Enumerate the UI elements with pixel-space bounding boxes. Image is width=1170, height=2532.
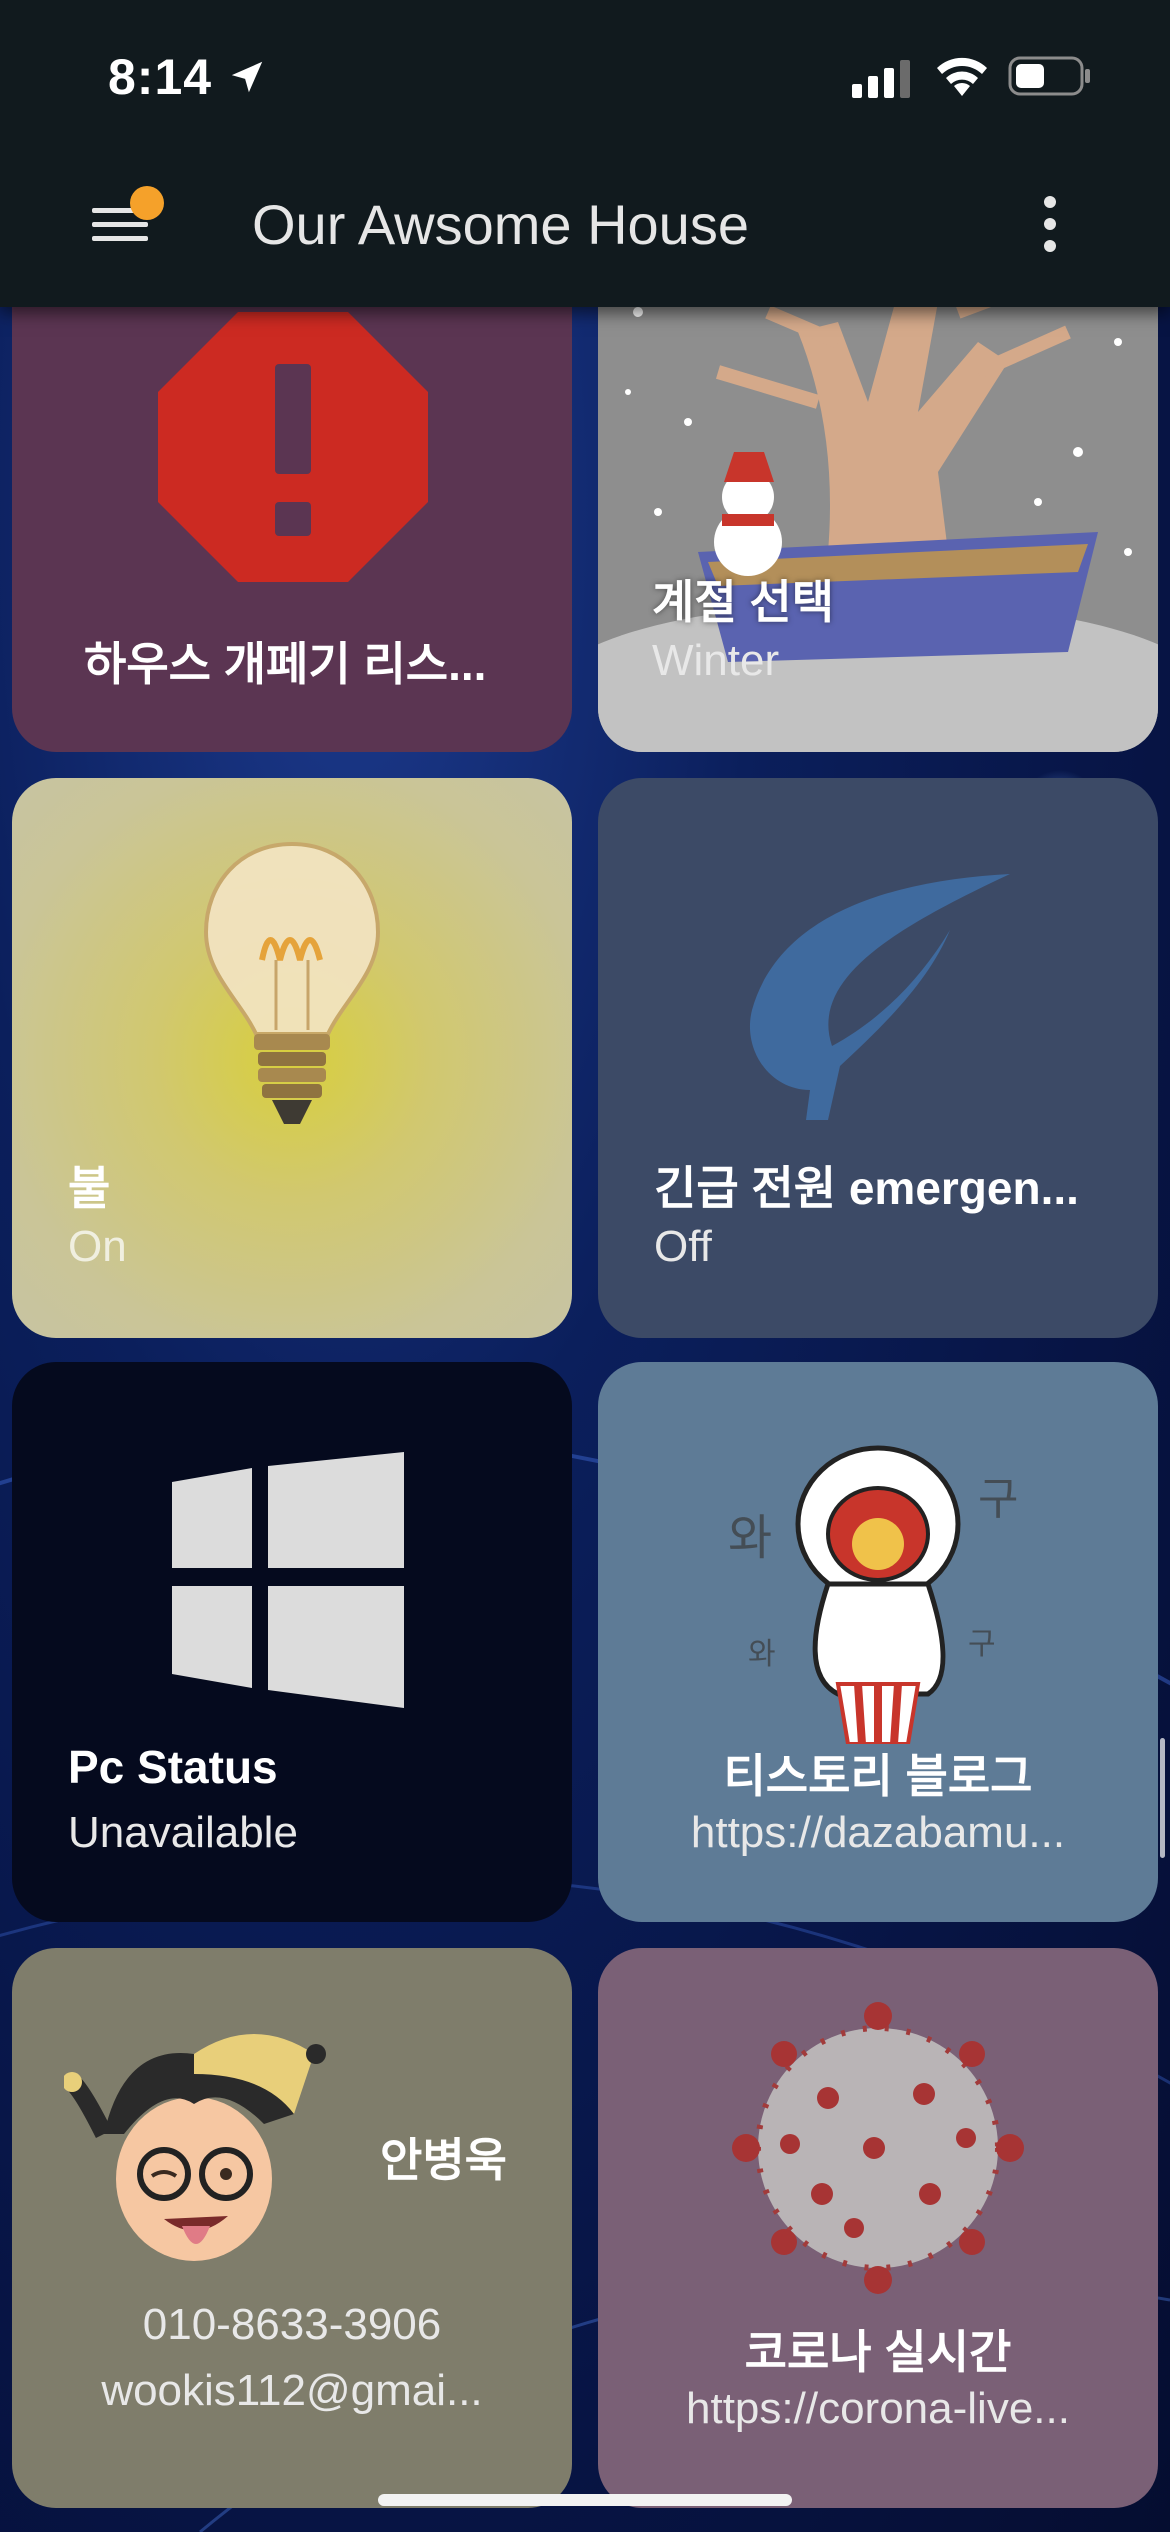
tile-name: 코로나 실시간 — [744, 2326, 1012, 2378]
tile-name: Pc Status — [68, 1741, 278, 1793]
app-title: Our Awsome House — [252, 193, 749, 256]
notification-dot — [130, 186, 164, 220]
tile-name: 계절 선택 — [652, 576, 835, 628]
tile-house-opener[interactable]: 하우스 개페기 리스... — [12, 252, 572, 752]
tile-tistory-blog[interactable]: 와 구 와 구 티스토리 블로그 https://dazabamu... — [598, 1362, 1158, 1922]
tile-state: https://dazabamu... — [690, 1808, 1066, 1857]
status-time: 8:14 — [108, 49, 213, 105]
location-arrow-icon — [231, 61, 263, 93]
svg-text:구: 구 — [968, 1627, 996, 1662]
tile-phone: 010-8633-3906 — [142, 2300, 442, 2349]
more-options-button[interactable] — [1030, 196, 1070, 256]
svg-text:구: 구 — [978, 1474, 1018, 1525]
coronavirus-image — [732, 2002, 1024, 2294]
tile-name: 티스토리 블로그 — [723, 1750, 1033, 1802]
tile-email: wookis112@gmai... — [101, 2366, 483, 2415]
windows-logo-icon — [172, 1452, 404, 1708]
top-bar: 8:14 Our Awsome House — [0, 0, 1170, 307]
tile-emergency-power[interactable]: 긴급 전원 emergen... Off — [598, 778, 1158, 1338]
tile-state: Unavailable — [68, 1808, 298, 1857]
tile-pc-status[interactable]: Pc Status Unavailable — [12, 1362, 572, 1922]
home-indicator[interactable] — [378, 2494, 792, 2506]
tile-name: 하우스 개페기 리스... — [84, 638, 487, 690]
svg-text:와: 와 — [728, 1510, 772, 1566]
tile-name: 안병욱 — [380, 2134, 507, 2186]
battery-icon — [1008, 56, 1090, 96]
tile-name: 불 — [68, 1162, 111, 1214]
tile-corona-live[interactable]: 코로나 실시간 https://corona-live... — [598, 1948, 1158, 2508]
tile-state: https://corona-live... — [686, 2384, 1070, 2433]
warning-octagon-icon — [158, 312, 428, 582]
wifi-icon — [937, 57, 987, 96]
leaf-icon — [749, 874, 1010, 1120]
more-dot — [1044, 240, 1056, 252]
jester-avatar-image — [64, 2034, 326, 2261]
tile-state: Winter — [652, 636, 780, 685]
tile-name: 긴급 전원 emergen... — [654, 1162, 1079, 1214]
tile-state: On — [68, 1222, 127, 1271]
tile-light[interactable]: 불 On — [12, 778, 572, 1338]
svg-text:와: 와 — [748, 1637, 776, 1672]
light-bulb-image — [203, 841, 381, 1124]
tile-state: Off — [654, 1222, 712, 1271]
tile-person[interactable]: 안병욱 010-8633-3906 wookis112@gmai... — [12, 1948, 572, 2508]
popcorn-character-image: 와 구 와 구 — [728, 1445, 1018, 1744]
more-dot — [1044, 196, 1056, 208]
more-dot — [1044, 218, 1056, 230]
scrollbar[interactable] — [1160, 1738, 1165, 1858]
tile-season-select[interactable]: 계절 선택 Winter — [598, 252, 1158, 752]
cellular-signal-icon — [852, 60, 910, 98]
